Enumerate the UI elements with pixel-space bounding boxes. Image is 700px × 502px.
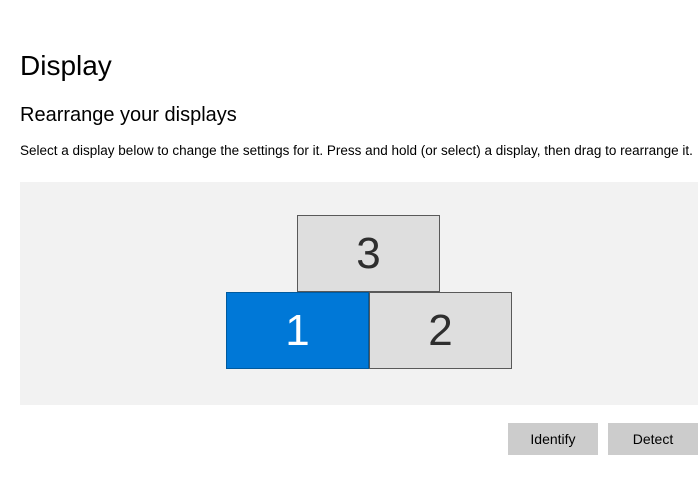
button-row: Identify Detect xyxy=(20,423,698,455)
page-title: Display xyxy=(20,50,700,82)
section-heading: Rearrange your displays xyxy=(20,104,700,127)
monitor-2[interactable]: 2 xyxy=(369,292,512,369)
monitor-1[interactable]: 1 xyxy=(226,292,369,369)
description-text: Select a display below to change the set… xyxy=(20,143,700,158)
identify-button[interactable]: Identify xyxy=(508,423,598,455)
monitor-3[interactable]: 3 xyxy=(297,215,440,292)
display-arrangement-area[interactable]: 3 1 2 xyxy=(20,182,698,405)
detect-button[interactable]: Detect xyxy=(608,423,698,455)
